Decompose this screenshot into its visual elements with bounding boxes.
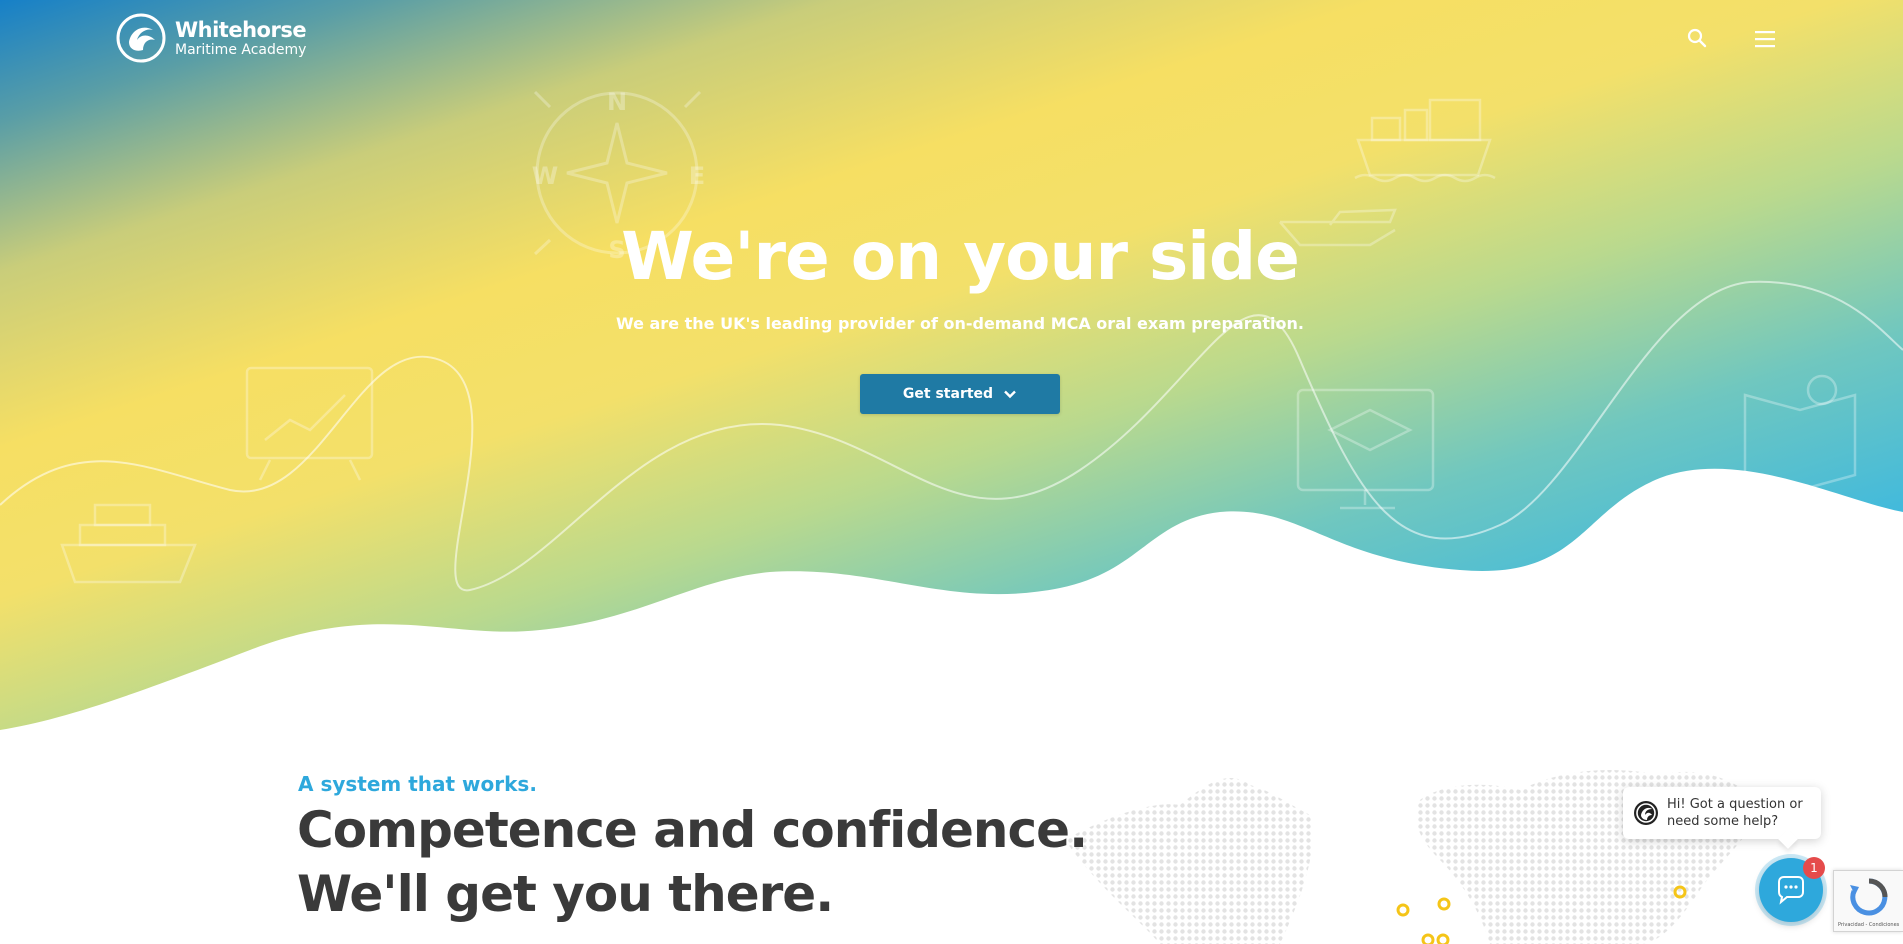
whitehorse-logo-icon bbox=[116, 13, 166, 63]
intro-headline: Competence and confidence. We'll get you… bbox=[297, 798, 1088, 926]
intro-eyebrow: A system that works. bbox=[298, 772, 537, 796]
brand-tagline: Maritime Academy bbox=[175, 41, 307, 58]
get-started-label: Get started bbox=[902, 386, 994, 402]
chat-greeting-text: Hi! Got a question or need some help? bbox=[1667, 797, 1803, 829]
recaptcha-badge[interactable]: Privacidad - Condiciones bbox=[1833, 870, 1903, 932]
hero-section: N E S W Whitehorse Maritime Academy We'r… bbox=[0, 0, 1903, 740]
chat-bubbles-icon bbox=[1778, 876, 1804, 905]
hero-subtitle: We are the UK's leading provider of on-d… bbox=[616, 314, 1304, 333]
intro-headline-line1: Competence and confidence. bbox=[297, 801, 1088, 859]
intro-headline-line2: We'll get you there. bbox=[297, 865, 834, 923]
hero-title: We're on your side bbox=[621, 218, 1300, 295]
hamburger-menu-icon[interactable] bbox=[1753, 28, 1777, 50]
recaptcha-links: Privacidad - Condiciones bbox=[1838, 922, 1900, 928]
recaptcha-icon bbox=[1850, 878, 1888, 916]
hero-wave-divider bbox=[0, 468, 1903, 740]
brand-logo[interactable]: Whitehorse Maritime Academy bbox=[115, 12, 307, 64]
chevron-down-icon bbox=[1004, 390, 1016, 399]
brand-name: Whitehorse bbox=[175, 17, 307, 42]
chat-avatar-icon bbox=[1634, 801, 1658, 825]
get-started-button[interactable]: Get started bbox=[860, 374, 1060, 414]
chat-unread-badge: 1 bbox=[1803, 857, 1825, 879]
chat-greeting-popup[interactable]: Hi! Got a question or need some help? bbox=[1623, 787, 1821, 839]
search-icon[interactable] bbox=[1685, 26, 1709, 50]
